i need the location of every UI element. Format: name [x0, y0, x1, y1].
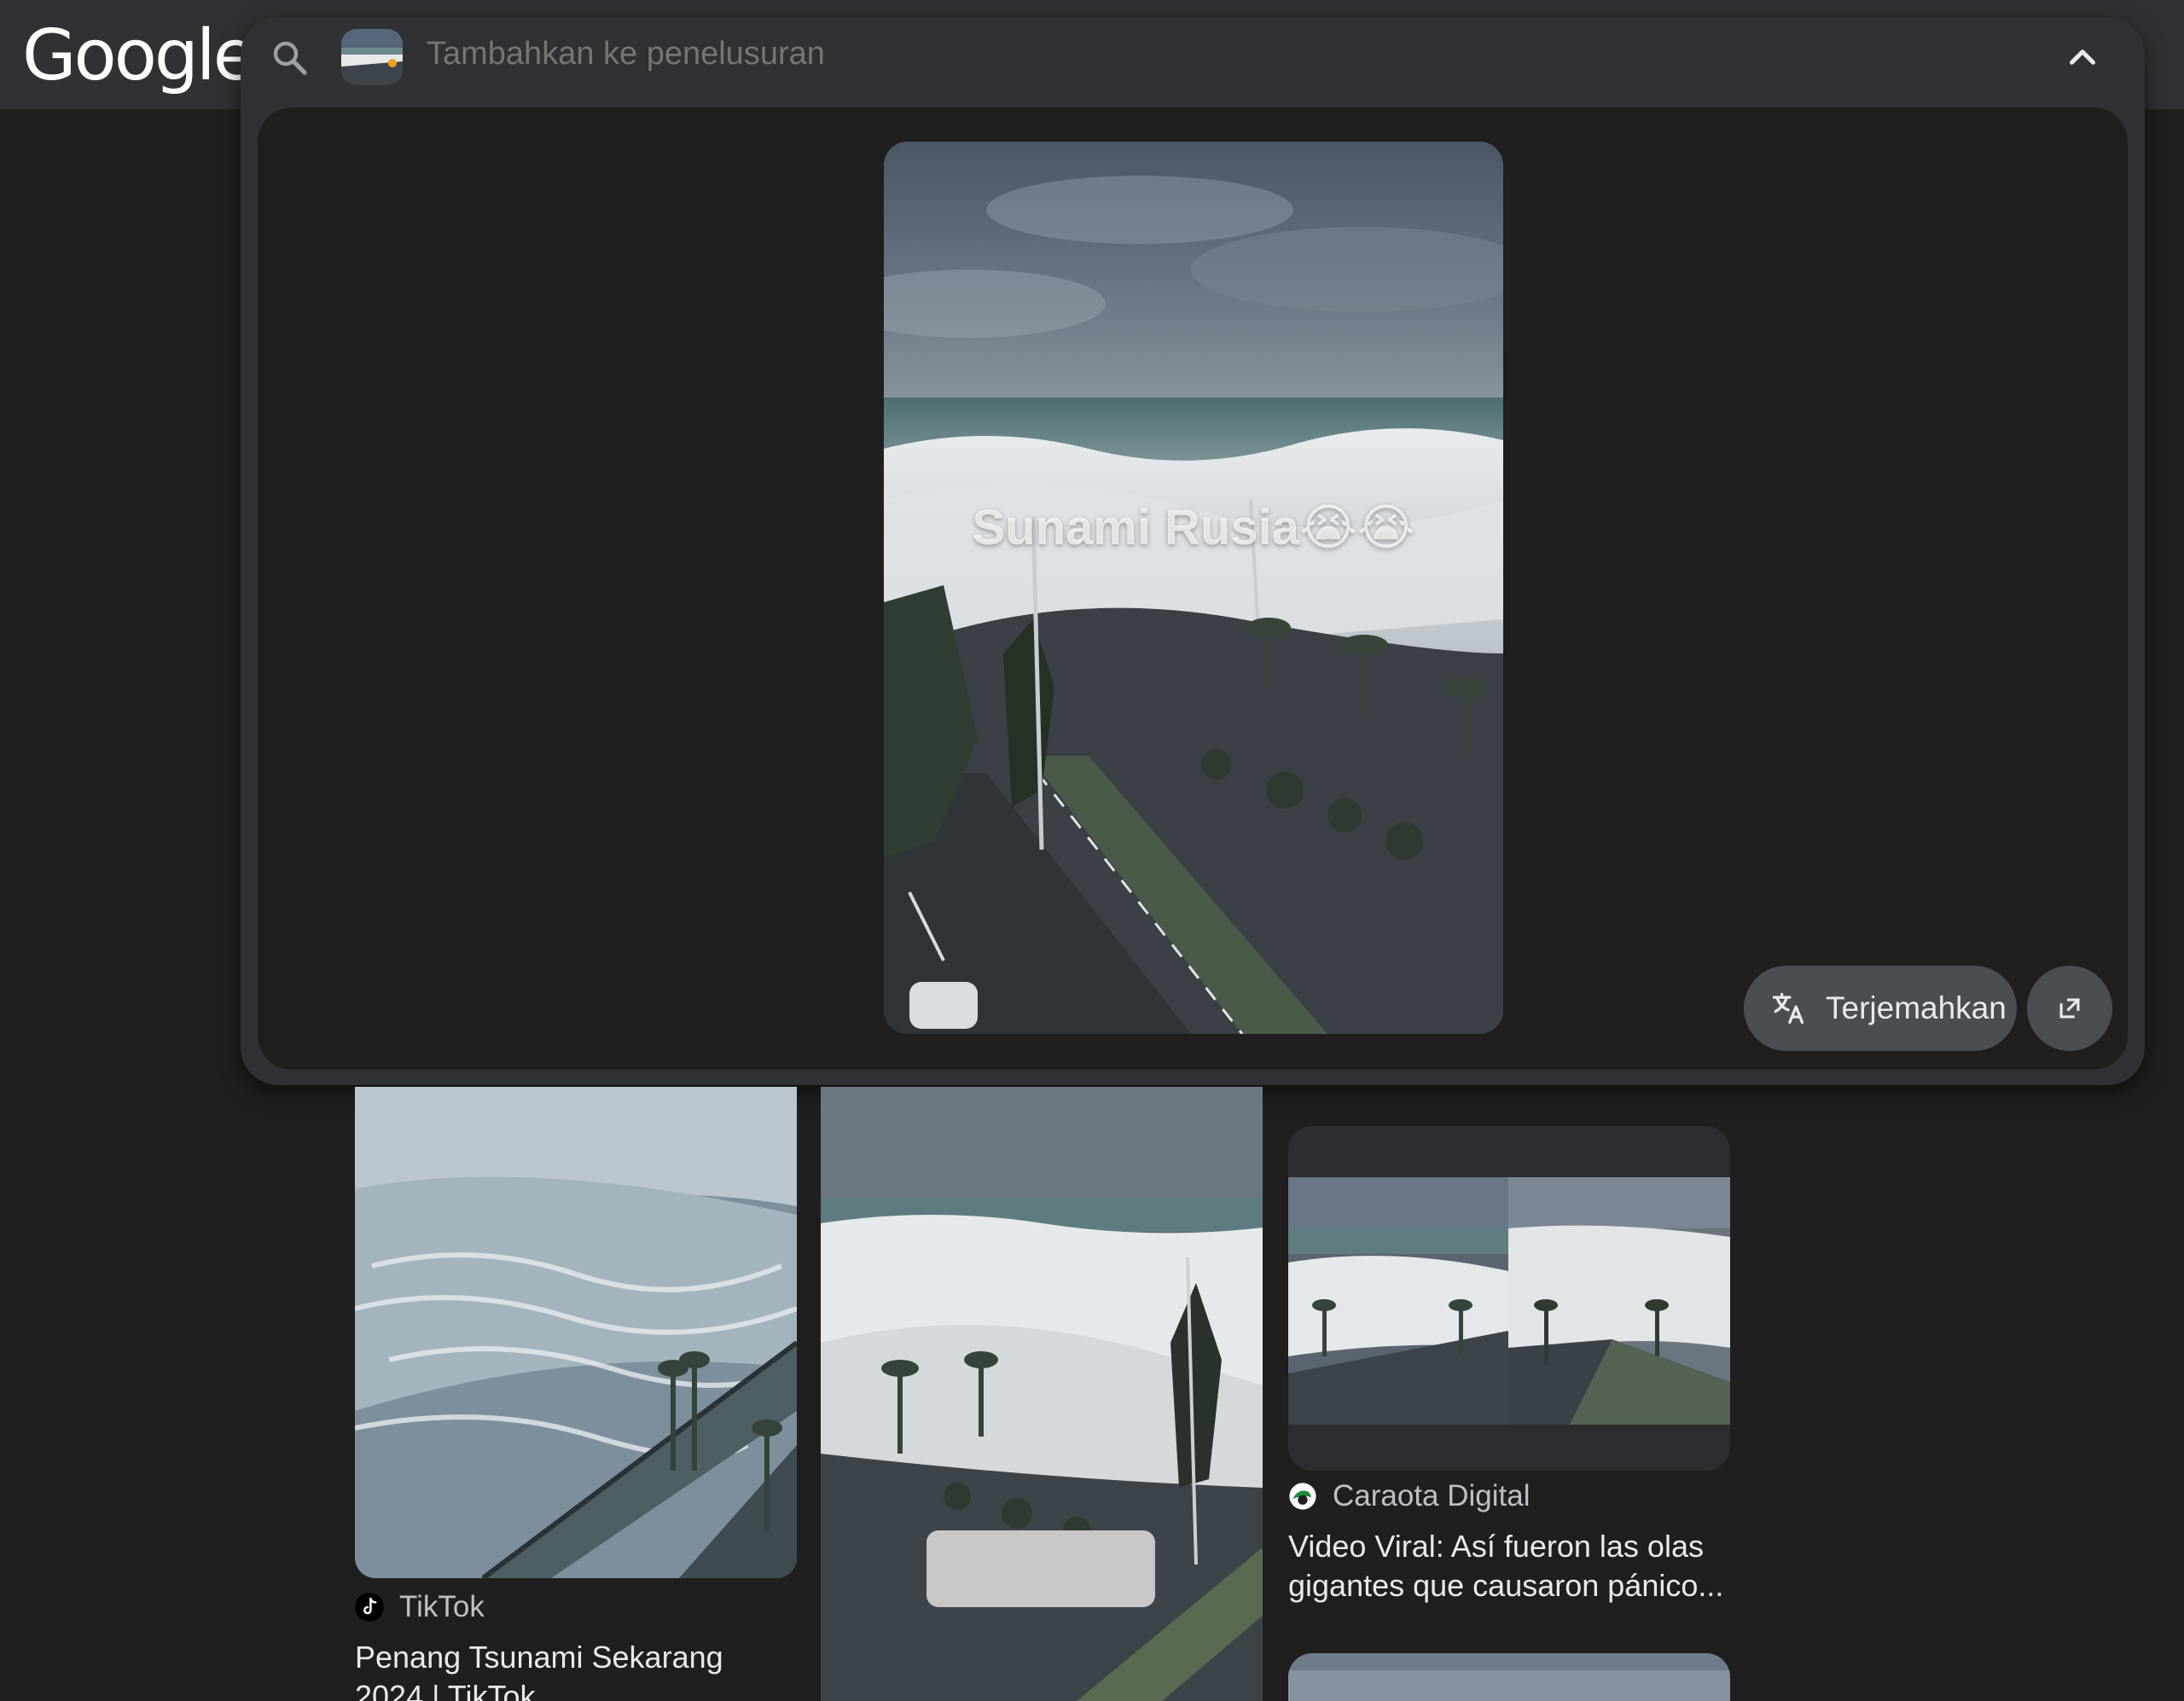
- translate-button[interactable]: Terjemahkan: [1744, 966, 2017, 1051]
- search-overlay: Sunami Rusia😭😭 Terjemahkan: [241, 17, 2145, 1085]
- result-thumbnail[interactable]: [1288, 1653, 1730, 1701]
- video-progress-placeholder: [926, 1530, 1155, 1607]
- image-caption: Sunami Rusia😭😭: [972, 500, 1415, 555]
- results-grid: TikTok Penang Tsunami Sekarang 2024 | Ti…: [0, 1085, 2184, 1701]
- result-source[interactable]: TikTok: [355, 1590, 485, 1624]
- search-input[interactable]: [427, 36, 1365, 73]
- search-icon[interactable]: [270, 38, 311, 78]
- google-logo[interactable]: Google: [22, 15, 256, 96]
- chevron-up-icon[interactable]: [2061, 36, 2104, 78]
- result-source[interactable]: Caraota Digital: [1288, 1479, 1531, 1513]
- translate-icon: [1772, 992, 1804, 1025]
- result-card[interactable]: TikTok Penang Tsunami Sekarang 2024 | Ti…: [355, 1085, 797, 1701]
- image-viewer: Sunami Rusia😭😭 Terjemahkan: [258, 107, 2128, 1070]
- caraota-digital-icon: [1289, 1483, 1316, 1510]
- open-in-new-icon: [2059, 997, 2081, 1019]
- result-source-name: Caraota Digital: [1333, 1479, 1531, 1512]
- result-title[interactable]: Penang Tsunami Sekarang 2024 | TikTok: [355, 1638, 797, 1701]
- tiktok-icon: [355, 1593, 384, 1622]
- result-card[interactable]: Caraota Digital Video Viral: Así fueron …: [1288, 1085, 1730, 1701]
- result-thumbnail[interactable]: [1288, 1177, 1730, 1425]
- result-source-name: TikTok: [399, 1590, 485, 1623]
- translate-label: Terjemahkan: [1826, 990, 2007, 1025]
- query-image-thumbnail[interactable]: [341, 29, 403, 85]
- result-thumbnail[interactable]: [355, 1087, 797, 1578]
- expand-button[interactable]: [2027, 966, 2112, 1051]
- result-card[interactable]: [821, 1085, 1263, 1701]
- result-title[interactable]: Video Viral: Así fueron las olas gigante…: [1288, 1527, 1730, 1605]
- result-thumbnail[interactable]: [821, 1087, 1263, 1701]
- query-image[interactable]: Sunami Rusia😭😭: [884, 142, 1503, 1034]
